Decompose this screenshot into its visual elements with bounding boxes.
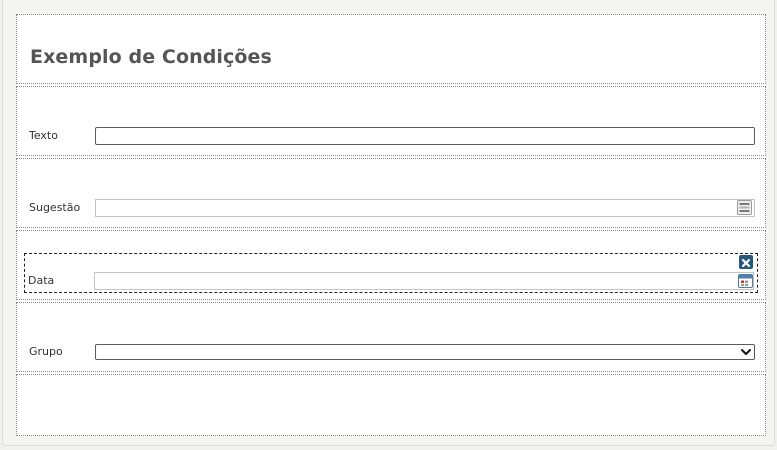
grupo-label: Grupo bbox=[29, 345, 63, 358]
data-label: Data bbox=[28, 274, 55, 287]
form-title: Exemplo de Condições bbox=[30, 46, 272, 68]
form-designer-frame: Exemplo de Condições Texto Sugestão Data… bbox=[2, 0, 775, 446]
grupo-section[interactable]: Grupo bbox=[16, 302, 766, 372]
form-canvas: Exemplo de Condições Texto Sugestão Data… bbox=[16, 14, 766, 436]
chevron-down-icon[interactable] bbox=[740, 346, 752, 358]
data-input[interactable] bbox=[94, 272, 754, 290]
texto-label: Texto bbox=[29, 129, 58, 142]
grupo-select[interactable] bbox=[95, 344, 755, 360]
calendar-icon[interactable] bbox=[738, 273, 753, 288]
texto-section[interactable]: Texto bbox=[16, 86, 766, 156]
sugestao-section[interactable]: Sugestão bbox=[16, 158, 766, 228]
sugestao-input[interactable] bbox=[95, 199, 755, 217]
close-icon bbox=[741, 258, 751, 268]
remove-field-button[interactable] bbox=[739, 255, 753, 269]
title-section[interactable]: Exemplo de Condições bbox=[16, 14, 766, 84]
empty-drop-section[interactable] bbox=[16, 374, 766, 436]
sugestao-label: Sugestão bbox=[29, 201, 81, 214]
list-picker-icon[interactable] bbox=[737, 200, 752, 215]
texto-input[interactable] bbox=[95, 127, 755, 145]
